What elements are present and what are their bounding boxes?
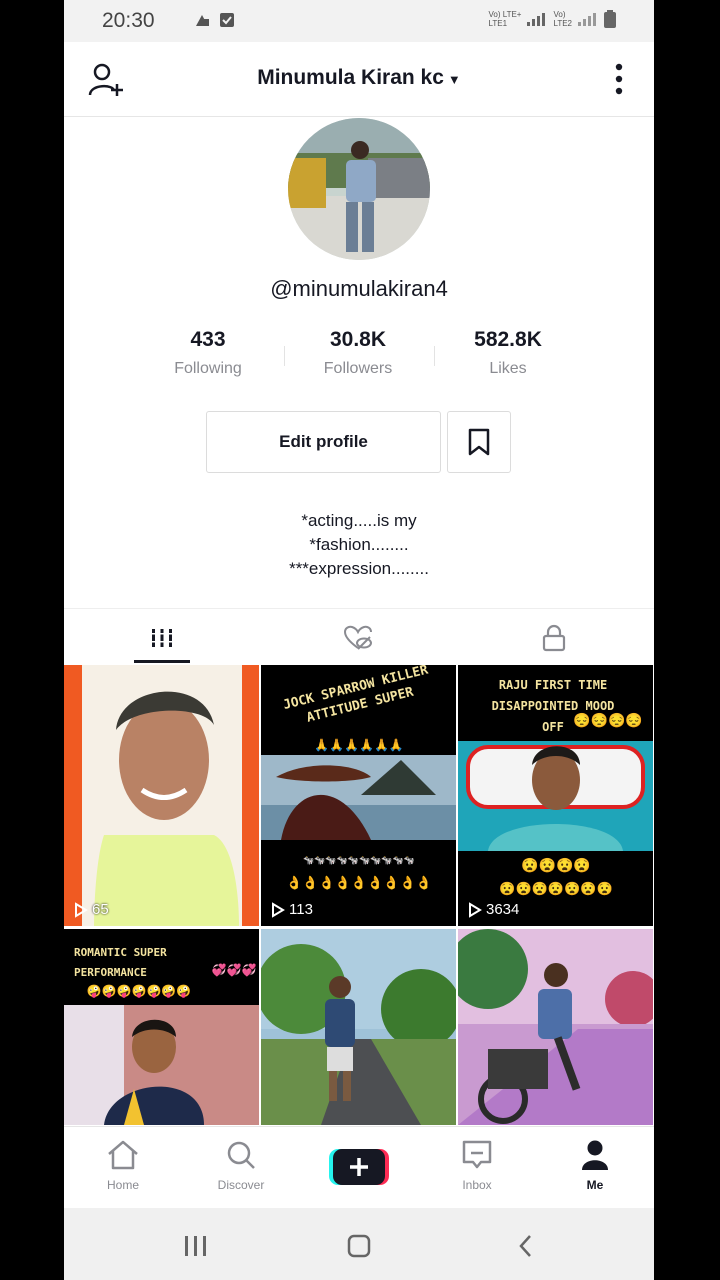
network-1-label: Vo) LTE+ LTE1 <box>488 10 522 28</box>
play-icon <box>75 901 88 918</box>
grid-icon <box>152 628 172 647</box>
nav-discover-label: Discover <box>217 1178 265 1192</box>
home-icon <box>108 1140 138 1170</box>
search-icon <box>227 1141 255 1169</box>
network-2-label: Vo) LTE2 <box>553 10 572 28</box>
nav-inbox[interactable]: Inbox <box>418 1139 536 1192</box>
active-tab-indicator <box>134 660 190 663</box>
svg-text:🙏🙏🙏🙏🙏🙏: 🙏🙏🙏🙏🙏🙏 <box>314 738 404 752</box>
status-right: Vo) LTE+ LTE1 Vo) LTE2 <box>488 10 616 28</box>
bio-line: *acting.....is my <box>301 511 417 530</box>
svg-text:💞💞💞: 💞💞💞 <box>212 963 257 977</box>
view-count: 65 <box>74 901 109 918</box>
video-thumbnail-image <box>261 929 456 1125</box>
nav-inbox-label: Inbox <box>462 1178 492 1192</box>
bio: *acting.....is my *fashion........ ***ex… <box>64 509 654 581</box>
bottom-nav: Home Discover Inbox Me <box>64 1126 654 1209</box>
followers-label: Followers <box>323 360 393 377</box>
signal-1-icon <box>527 13 546 26</box>
svg-text:😧😧😧😧😧😧😧: 😧😧😧😧😧😧😧 <box>499 881 612 896</box>
bookmark-icon <box>468 428 490 456</box>
home-system-icon[interactable] <box>347 1234 371 1258</box>
video-thumbnail-image: 💞💞💞 🤪🤪🤪🤪🤪🤪🤪 <box>64 963 259 1125</box>
likes-label: Likes <box>489 360 527 377</box>
svg-text:😧😧😧😧: 😧😧😧😧 <box>521 857 591 873</box>
followers-count: 30.8K <box>329 328 387 351</box>
video-thumbnail[interactable] <box>261 929 456 1125</box>
view-count-text: 3634 <box>486 901 520 918</box>
video-thumbnail-image <box>64 665 259 926</box>
edit-profile-button[interactable]: Edit profile <box>206 411 441 473</box>
view-count: 113 <box>271 901 313 918</box>
nav-discover[interactable]: Discover <box>182 1139 300 1192</box>
svg-text:🤪🤪🤪🤪🤪🤪🤪: 🤪🤪🤪🤪🤪🤪🤪 <box>87 984 192 998</box>
view-count: 3634 <box>468 901 519 918</box>
profile-header: Minumula Kiran kc ▼ <box>64 42 654 117</box>
lock-icon <box>542 624 566 651</box>
favorites-button[interactable] <box>447 411 511 473</box>
tab-videos[interactable] <box>64 609 260 666</box>
nav-me[interactable]: Me <box>536 1139 654 1192</box>
avatar[interactable] <box>288 118 430 260</box>
page-title: Minumula Kiran kc <box>257 66 444 89</box>
create-video-button[interactable] <box>329 1147 389 1187</box>
view-count-text: 113 <box>289 901 313 918</box>
profile-icon <box>582 1140 608 1170</box>
nav-me-label: Me <box>586 1178 604 1192</box>
video-thumbnail[interactable]: RAJU FIRST TIME DISAPPOINTED MOOD OFF 😔😔… <box>458 665 653 926</box>
tab-private[interactable] <box>456 609 652 666</box>
back-icon[interactable] <box>519 1235 531 1257</box>
battery-icon <box>604 10 616 28</box>
stat-likes[interactable]: 582.8K Likes <box>433 328 583 378</box>
nav-home[interactable]: Home <box>64 1139 182 1192</box>
video-thumbnail[interactable]: JOCK SPARROW KILLER ATTITUDE SUPER 🙏🙏🙏🙏🙏… <box>261 665 456 926</box>
account-switcher[interactable]: Minumula Kiran kc ▼ <box>64 66 654 90</box>
video-thumbnail[interactable] <box>458 929 653 1125</box>
video-thumbnail-image: 🙏🙏🙏🙏🙏🙏 🐄🐄🐄🐄🐄🐄🐄🐄🐄🐄 👌👌👌👌👌👌👌👌👌 <box>261 738 456 890</box>
notification-icon <box>196 13 234 27</box>
svg-text:🐄🐄🐄🐄🐄🐄🐄🐄🐄🐄: 🐄🐄🐄🐄🐄🐄🐄🐄🐄🐄 <box>303 855 415 865</box>
svg-text:👌👌👌👌👌👌👌👌👌: 👌👌👌👌👌👌👌👌👌 <box>286 875 432 890</box>
svg-text:😔😔😔😔: 😔😔😔😔 <box>573 712 643 728</box>
content-tabs <box>64 608 654 666</box>
recent-apps-icon[interactable] <box>185 1236 206 1256</box>
video-grid: 65 JOCK SPARROW KILLER ATTITUDE SUPER 🙏🙏… <box>64 665 654 1125</box>
view-count-text: 65 <box>92 901 109 918</box>
stat-following[interactable]: 433 Following <box>133 328 283 378</box>
likes-count: 582.8K <box>474 328 542 351</box>
tab-liked[interactable] <box>260 609 456 666</box>
video-thumbnail[interactable]: 65 <box>64 665 259 926</box>
more-options-icon[interactable] <box>610 62 628 96</box>
play-icon <box>272 901 285 918</box>
following-count: 433 <box>190 328 226 351</box>
liked-hidden-icon <box>343 625 372 650</box>
username-handle: @minumulakiran4 <box>270 276 448 301</box>
video-thumbnail-image: 😔😔😔😔 😧😧😧😧 😧😧😧😧😧😧😧 <box>458 712 653 896</box>
system-nav-bar <box>64 1208 654 1280</box>
stat-followers[interactable]: 30.8K Followers <box>283 328 433 378</box>
phone-screen: 20:30 Vo) LTE+ LTE1 Vo) LTE2 Minumula Ki… <box>64 0 654 1280</box>
nav-home-label: Home <box>106 1178 139 1192</box>
video-thumbnail[interactable]: ROMANTIC SUPER PERFORMANCE 💞💞💞 🤪🤪🤪🤪🤪🤪🤪 <box>64 929 259 1125</box>
play-icon <box>469 901 482 918</box>
status-time: 20:30 <box>102 9 155 32</box>
following-label: Following <box>174 360 242 377</box>
video-thumbnail-image <box>458 929 653 1125</box>
caret-down-icon: ▼ <box>447 72 461 87</box>
status-bar: 20:30 Vo) LTE+ LTE1 Vo) LTE2 <box>64 0 654 42</box>
notification-icons <box>194 11 238 33</box>
bio-line: ***expression........ <box>289 559 429 578</box>
signal-2-icon <box>578 13 596 26</box>
bio-line: *fashion........ <box>309 535 409 554</box>
inbox-icon <box>462 1140 492 1169</box>
